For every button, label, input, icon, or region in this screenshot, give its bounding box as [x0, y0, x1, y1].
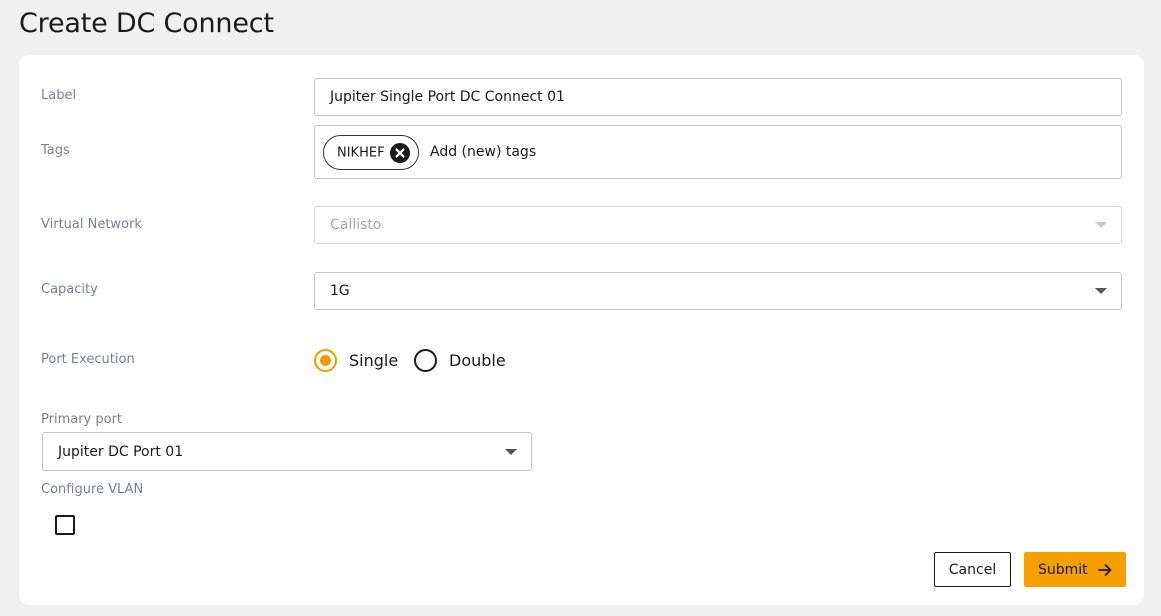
submit-button[interactable]: Submit	[1024, 552, 1126, 587]
primary-port-select[interactable]: Jupiter DC Port 01	[42, 432, 532, 471]
configure-vlan-checkbox[interactable]	[55, 515, 75, 535]
capacity-value: 1G	[330, 283, 350, 299]
configure-vlan-caption: Configure VLAN	[41, 482, 144, 497]
capacity-caption: Capacity	[41, 282, 98, 297]
tags-input[interactable]: NIKHEF Add (new) tags	[314, 125, 1122, 179]
radio-unselected-icon[interactable]	[414, 349, 437, 372]
virtual-network-caption: Virtual Network	[41, 217, 142, 232]
submit-button-label: Submit	[1038, 561, 1088, 578]
tags-caption: Tags	[41, 143, 70, 158]
page-title: Create DC Connect	[19, 8, 274, 39]
form-card: Label Jupiter Single Port DC Connect 01 …	[19, 55, 1144, 605]
primary-port-value: Jupiter DC Port 01	[58, 443, 184, 460]
cancel-button[interactable]: Cancel	[934, 552, 1011, 587]
primary-port-caption: Primary port	[41, 412, 123, 427]
radio-single-label[interactable]: Single	[349, 351, 398, 370]
radio-double-label[interactable]: Double	[449, 351, 506, 370]
cancel-button-label: Cancel	[948, 561, 997, 578]
arrow-right-icon	[1097, 562, 1113, 582]
radio-selected-icon[interactable]	[314, 349, 337, 372]
caret-down-icon	[1095, 222, 1107, 228]
label-input-value: Jupiter Single Port DC Connect 01	[330, 89, 565, 105]
caret-down-icon	[505, 448, 517, 455]
tag-chip: NIKHEF	[323, 135, 419, 170]
capacity-select[interactable]: 1G	[314, 272, 1122, 310]
virtual-network-select: Callisto	[314, 206, 1122, 244]
caret-down-icon	[1095, 288, 1107, 294]
virtual-network-value: Callisto	[330, 217, 382, 233]
label-input[interactable]: Jupiter Single Port DC Connect 01	[314, 78, 1122, 116]
port-execution-caption: Port Execution	[41, 352, 135, 367]
tag-chip-label: NIKHEF	[337, 145, 385, 160]
label-caption: Label	[41, 88, 77, 103]
tags-placeholder[interactable]: Add (new) tags	[430, 144, 536, 160]
close-circle-icon[interactable]	[390, 142, 410, 163]
